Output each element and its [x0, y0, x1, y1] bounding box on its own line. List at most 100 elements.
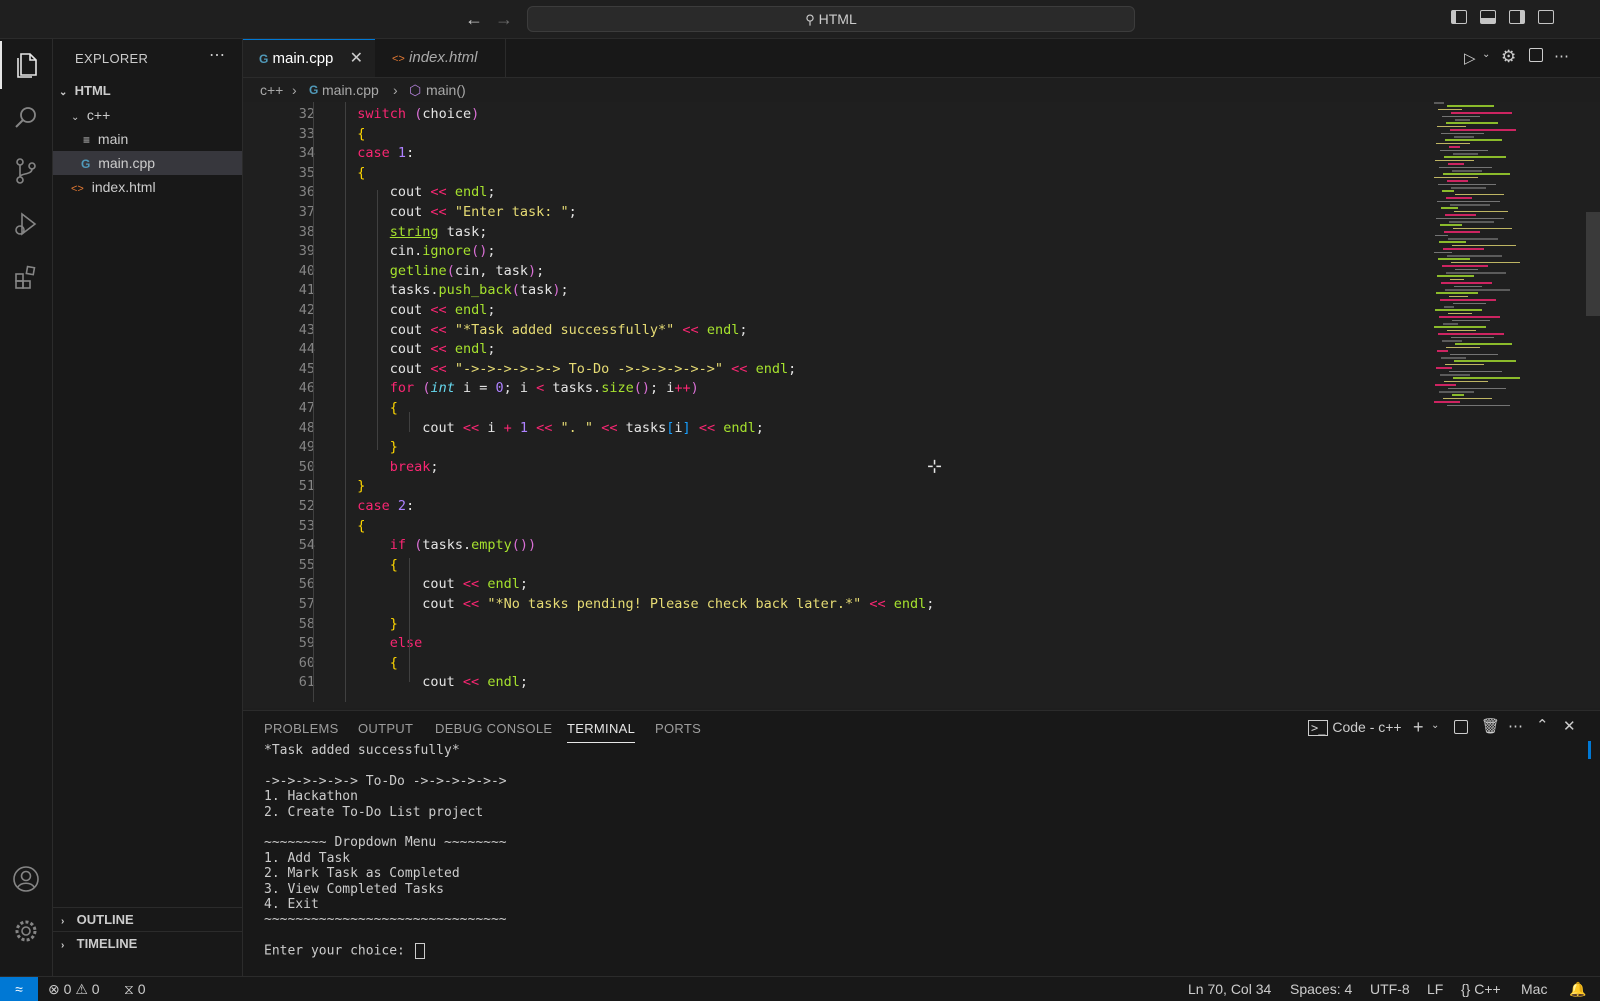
minimap-line [1445, 289, 1510, 291]
more-actions-icon[interactable]: ⋯ [1508, 717, 1523, 735]
code-line[interactable]: 39 cin.ignore(); [243, 241, 1403, 261]
code-line[interactable]: 59 else [243, 633, 1403, 653]
code-line[interactable]: 42 cout << endl; [243, 300, 1403, 320]
code-editor[interactable]: 32 switch (choice) 33 {34 case 1: 35 {36 c… [243, 102, 1600, 708]
new-terminal-icon[interactable]: + [1413, 717, 1424, 738]
code-line[interactable]: 51 } [243, 476, 1403, 496]
tree-item-main-cpp[interactable]: G main.cpp [53, 151, 242, 175]
breadcrumb-symbol[interactable]: main() [426, 78, 466, 102]
language-mode[interactable]: {} C++ [1461, 977, 1501, 1001]
minimap-line [1446, 197, 1472, 199]
cursor-position[interactable]: Ln 70, Col 34 [1188, 977, 1271, 1001]
breadcrumb-folder[interactable]: c++ [260, 78, 283, 102]
split-terminal-icon[interactable] [1454, 720, 1468, 734]
code-line[interactable]: 45 cout << "->->->->->-> To-Do ->->->->-… [243, 359, 1403, 379]
code-line[interactable]: 52 case 2: [243, 496, 1403, 516]
code-line[interactable]: 37 cout << "Enter task: "; [243, 202, 1403, 222]
code-line[interactable]: 56 cout << endl; [243, 574, 1403, 594]
problems-indicator[interactable]: ⊗ 0 ⚠ 0 [48, 977, 100, 1001]
line-code: cout << endl; [341, 674, 528, 691]
breadcrumb-file[interactable]: main.cpp [322, 78, 379, 102]
minimap[interactable] [1426, 102, 1536, 422]
extensions-icon[interactable] [0, 253, 52, 301]
end-of-line[interactable]: LF [1427, 977, 1443, 1001]
indentation[interactable]: Spaces: 4 [1290, 977, 1352, 1001]
explorer-icon[interactable] [0, 41, 52, 89]
line-number: 60 [298, 654, 315, 671]
bell-icon[interactable]: 🔔 [1569, 977, 1586, 1001]
trash-icon[interactable]: 🗑 [1481, 717, 1500, 735]
line-code: for (int i = 0; i < tasks.size(); i++) [389, 380, 699, 397]
line-number: 36 [298, 184, 315, 201]
code-line[interactable]: 34 case 1: [243, 143, 1403, 163]
line-code: } [389, 615, 398, 632]
code-line[interactable]: 58 } [243, 614, 1403, 634]
tab-debug-console[interactable]: DEBUG CONSOLE [435, 721, 552, 736]
close-icon[interactable]: ✕ [350, 40, 363, 78]
tab-main-cpp[interactable]: G main.cpp ✕ [243, 39, 375, 77]
code-line[interactable]: 47 { [243, 398, 1403, 418]
code-line[interactable]: 48 cout << i + 1 << ". " << tasks[i] << … [243, 418, 1403, 438]
arrow-left-icon[interactable]: ← [465, 10, 483, 28]
ports-indicator[interactable]: ⧖ 0 [124, 977, 146, 1001]
arrow-right-icon[interactable]: → [495, 10, 513, 28]
line-number: 55 [298, 556, 315, 573]
code-line[interactable]: 35 { [243, 163, 1403, 183]
timeline-section[interactable]: › TIMELINE [53, 931, 242, 956]
code-line[interactable]: 46 for (int i = 0; i < tasks.size(); i++… [243, 378, 1403, 398]
close-panel-icon[interactable]: ✕ [1563, 717, 1576, 735]
code-line[interactable]: 55 { [243, 555, 1403, 575]
minimap-line [1447, 404, 1510, 407]
code-line[interactable]: 41 tasks.push_back(task); [243, 280, 1403, 300]
outline-section[interactable]: › OUTLINE [53, 907, 242, 932]
more-actions-icon[interactable]: ⋯ [209, 45, 225, 65]
code-line[interactable]: 43 cout << "*Task added successfully*" <… [243, 320, 1403, 340]
editor-scrollbar-thumb[interactable] [1586, 212, 1600, 316]
minimap-line [1438, 258, 1470, 260]
settings-gear-icon[interactable] [0, 907, 52, 955]
toggle-panel-icon[interactable] [1480, 10, 1496, 24]
tab-problems[interactable]: PROBLEMS [264, 721, 339, 736]
code-line[interactable]: 36 cout << endl; [243, 182, 1403, 202]
line-number: 38 [298, 223, 315, 240]
tab-ports[interactable]: PORTS [655, 721, 701, 736]
code-line[interactable]: 49 } [243, 437, 1403, 457]
code-line[interactable]: 53 { [243, 516, 1403, 536]
code-line[interactable]: 38 string task; [243, 222, 1403, 242]
explorer-root-folder[interactable]: ⌄ HTML [53, 79, 242, 103]
tree-item-index-html[interactable]: <> index.html [53, 175, 242, 199]
more-actions-icon[interactable]: ⋯ [1554, 47, 1569, 65]
run-debug-icon[interactable] [0, 200, 52, 248]
tree-item-cpp-folder[interactable]: ⌄ c++ [53, 103, 242, 127]
tab-terminal[interactable]: TERMINAL [567, 721, 636, 743]
source-control-icon[interactable] [0, 147, 52, 195]
code-line[interactable]: 32 switch (choice) [243, 104, 1403, 124]
toggle-primary-sidebar-icon[interactable] [1451, 10, 1467, 24]
account-icon[interactable] [0, 855, 52, 903]
code-line[interactable]: 44 cout << endl; [243, 339, 1403, 359]
chevron-down-icon[interactable]: ⌄ [1482, 49, 1490, 60]
code-line[interactable]: 54 if (tasks.empty()) [243, 535, 1403, 555]
platform[interactable]: Mac [1521, 977, 1547, 1001]
code-line[interactable]: 40 getline(cin, task); [243, 261, 1403, 281]
split-editor-icon[interactable] [1529, 48, 1543, 62]
run-icon[interactable]: ▷ [1464, 49, 1476, 67]
code-line[interactable]: 50 break; [243, 457, 1403, 477]
search-icon[interactable] [0, 94, 52, 142]
customize-layout-icon[interactable] [1538, 10, 1554, 24]
tree-item-main[interactable]: ≡ main [53, 127, 242, 151]
gear-icon[interactable]: ⚙ [1501, 47, 1516, 67]
toggle-secondary-sidebar-icon[interactable] [1509, 10, 1525, 24]
tab-index-html[interactable]: <> index.html [376, 39, 506, 77]
code-line[interactable]: 60 { [243, 653, 1403, 673]
remote-indicator-icon[interactable]: ≈ [0, 977, 38, 1001]
terminal-selector[interactable]: >_ Code - c++ [1308, 719, 1402, 736]
code-line[interactable]: 33 { [243, 124, 1403, 144]
maximize-panel-icon[interactable]: ⌃ [1536, 716, 1549, 734]
code-line[interactable]: 61 cout << endl; [243, 672, 1403, 692]
tab-output[interactable]: OUTPUT [358, 721, 413, 736]
code-line[interactable]: 57 cout << "*No tasks pending! Please ch… [243, 594, 1403, 614]
chevron-down-icon[interactable]: ⌄ [1431, 720, 1439, 731]
encoding[interactable]: UTF-8 [1370, 977, 1410, 1001]
command-center-search[interactable]: ⚲ HTML [527, 6, 1135, 32]
